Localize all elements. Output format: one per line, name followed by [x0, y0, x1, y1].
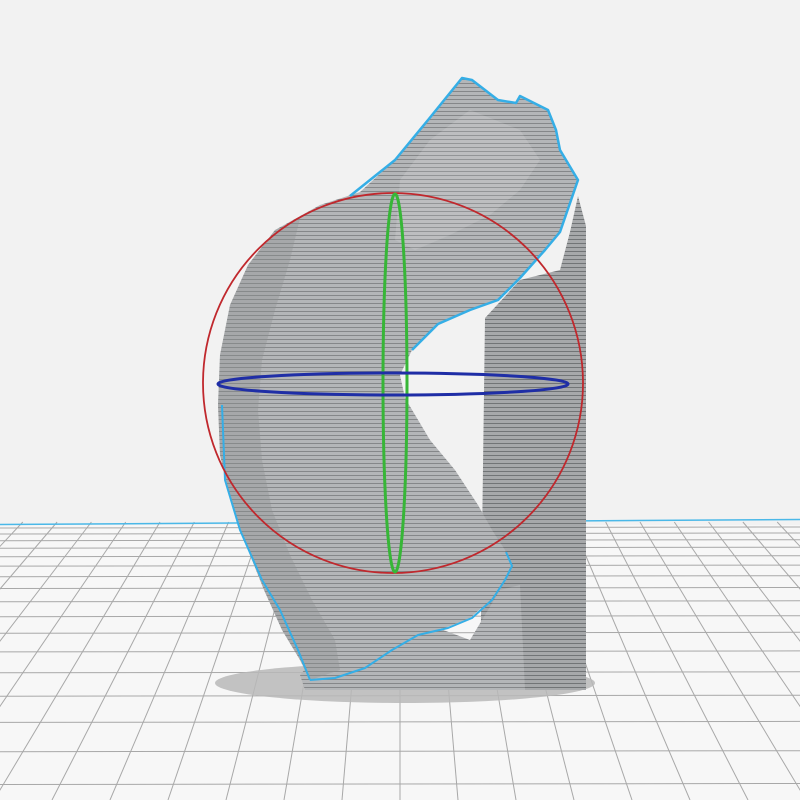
3d-viewport[interactable]	[0, 0, 800, 800]
scene-canvas[interactable]	[0, 0, 800, 800]
